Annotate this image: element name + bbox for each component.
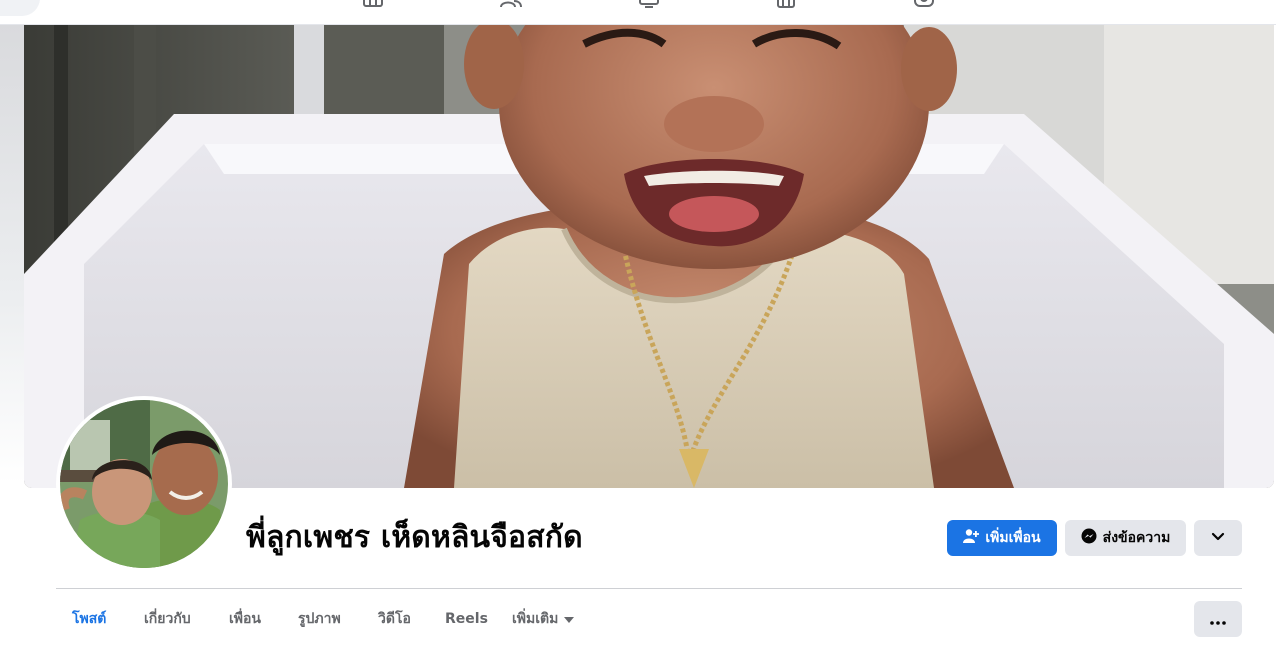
tab-about[interactable]: เกี่ยวกับ (142, 600, 193, 638)
home-icon[interactable] (362, 0, 384, 8)
tab-videos[interactable]: วิดีโอ (376, 600, 413, 638)
page-side-shade (0, 24, 26, 484)
marketplace-icon[interactable] (775, 0, 797, 8)
add-friend-icon (963, 528, 980, 548)
groups-icon[interactable] (913, 0, 935, 8)
friends-icon[interactable] (500, 0, 522, 8)
search-box-edge[interactable] (0, 0, 40, 16)
tab-more[interactable]: เพิ่มเติม (510, 600, 576, 638)
add-friend-button[interactable]: เพิ่มเพื่อน (947, 520, 1057, 556)
watch-icon[interactable] (638, 0, 660, 8)
tab-posts[interactable]: โพสต์ (70, 600, 108, 638)
cover-photo[interactable] (24, 24, 1274, 488)
top-navigation-bar (0, 0, 1276, 25)
profile-avatar[interactable] (56, 396, 232, 572)
send-message-label: ส่งข้อความ (1102, 530, 1171, 546)
tab-reels[interactable]: Reels (443, 600, 490, 638)
more-options-button[interactable] (1194, 601, 1242, 637)
profile-header-divider (56, 588, 1242, 589)
profile-options-dropdown[interactable] (1194, 520, 1242, 556)
tab-photos[interactable]: รูปภาพ (296, 600, 343, 638)
profile-name: พี่ลูกเพชร เห็ดหลินจือสกัด (246, 520, 583, 555)
tab-friends[interactable]: เพื่อน (227, 600, 263, 638)
messenger-icon (1081, 528, 1097, 548)
send-message-button[interactable]: ส่งข้อความ (1065, 520, 1186, 556)
tab-more-label: เพิ่มเติม (512, 611, 559, 627)
more-dots-icon (1210, 610, 1226, 629)
avatar-photo (60, 400, 228, 568)
add-friend-label: เพิ่มเพื่อน (985, 530, 1041, 546)
chevron-down-icon (1211, 530, 1225, 546)
caret-down-icon (564, 600, 575, 638)
